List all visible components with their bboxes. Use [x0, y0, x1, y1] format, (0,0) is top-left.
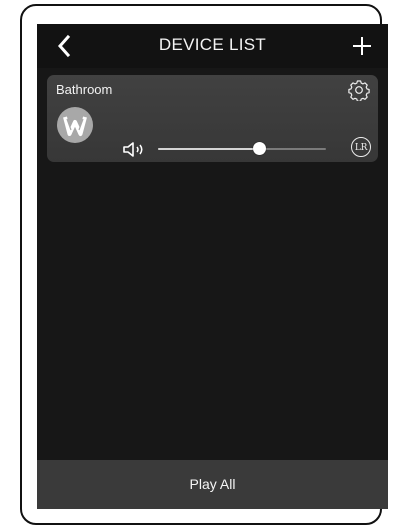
add-device-button[interactable] [349, 32, 375, 60]
volume-fill [158, 148, 259, 150]
page-title: DEVICE LIST [158, 35, 267, 54]
top-bar: DEVICE LIST [37, 24, 388, 68]
speaker-icon[interactable] [122, 141, 148, 158]
w-logo-icon [57, 107, 93, 143]
volume-slider[interactable] [158, 141, 326, 157]
volume-knob[interactable] [252, 142, 266, 155]
device-name: Bathroom [56, 82, 113, 97]
plus-icon [353, 37, 371, 55]
device-list-screen: DEVICE LIST Bathroom LR Play All [37, 24, 388, 509]
play-all-button[interactable]: Play All [37, 460, 388, 509]
gear-icon [348, 80, 370, 102]
device-settings-button[interactable] [348, 79, 370, 102]
channel-lr-button[interactable]: LR [351, 137, 371, 157]
device-card-bathroom[interactable]: Bathroom LR [47, 75, 378, 162]
